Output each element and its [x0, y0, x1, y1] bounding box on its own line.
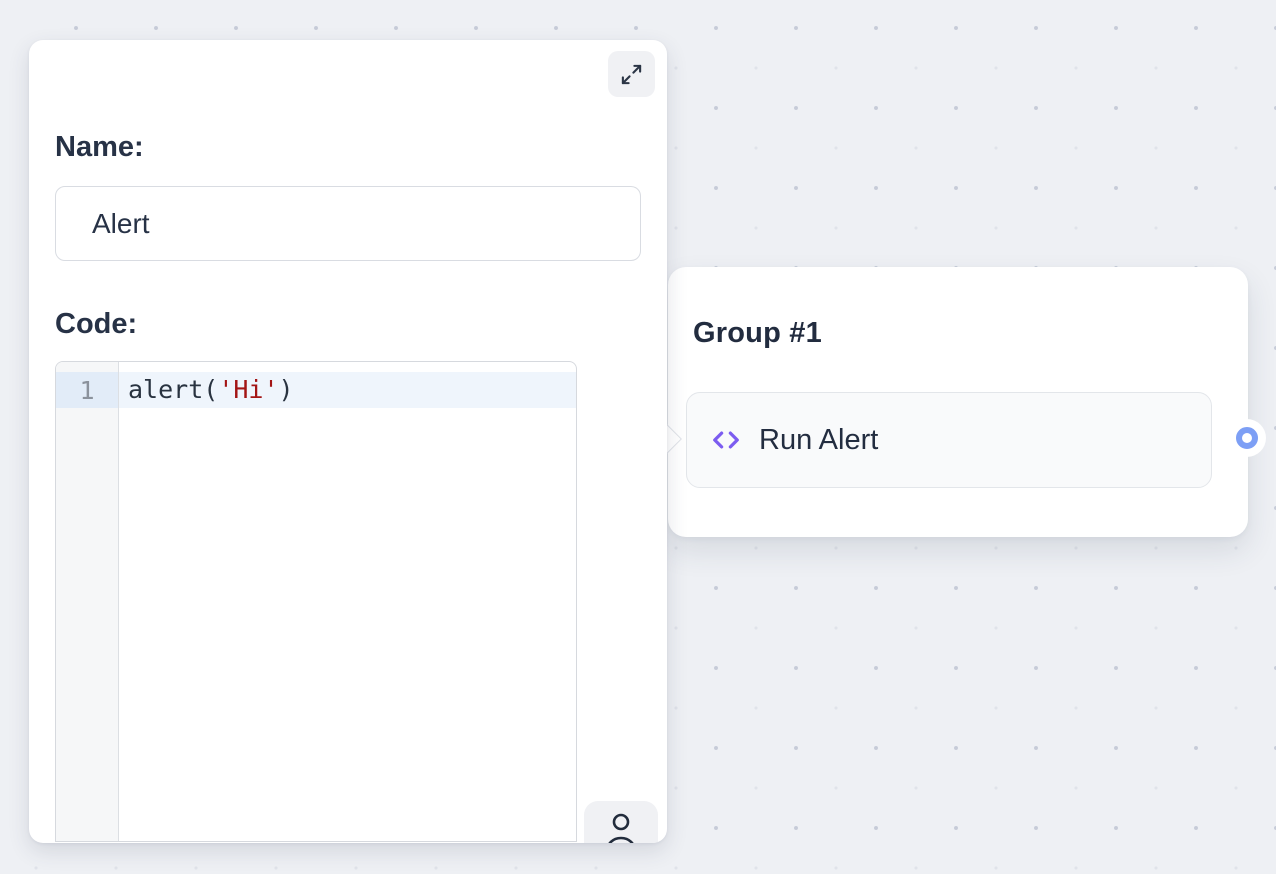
run-alert-node[interactable]: Run Alert [686, 392, 1212, 488]
code-editor[interactable]: 1 alert('Hi') [55, 361, 577, 842]
group-card[interactable]: Group #1 Run Alert [668, 267, 1248, 537]
flow-canvas[interactable]: { "colors": { "background": "#eef0f4", "… [0, 0, 1276, 874]
code-line: alert('Hi') [128, 372, 294, 408]
user-button[interactable] [584, 801, 658, 843]
connection-handle[interactable] [1236, 427, 1258, 449]
editor-gutter [56, 362, 119, 841]
line-number: 1 [79, 376, 94, 405]
active-line-gutter: 1 [56, 372, 118, 408]
name-label: Name: [55, 131, 144, 164]
user-icon [599, 808, 643, 843]
node-label: Run Alert [759, 424, 878, 457]
group-title: Group #1 [693, 317, 822, 350]
code-token-string: 'Hi' [218, 375, 278, 404]
code-label: Code: [55, 308, 137, 341]
node-editor-panel: Name: Code: 1 alert('Hi') [29, 40, 667, 843]
name-input[interactable] [55, 186, 641, 261]
code-token-close: ) [279, 375, 294, 404]
expand-icon [620, 63, 643, 86]
expand-button[interactable] [608, 51, 655, 97]
code-icon [711, 425, 741, 455]
code-token-fn: alert( [128, 375, 218, 404]
